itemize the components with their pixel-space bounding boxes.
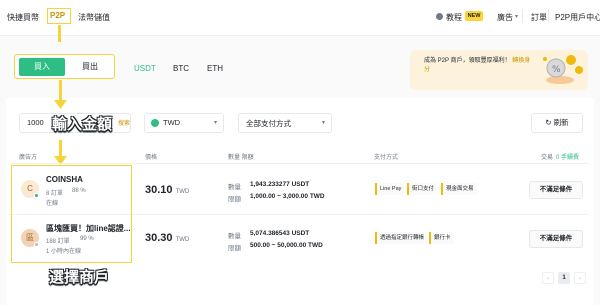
buy-button[interactable]: 買入 bbox=[19, 58, 65, 76]
header-limit: 數量 限額 bbox=[228, 155, 254, 161]
amount-input-value: 1000 bbox=[27, 118, 44, 127]
svg-text:%: % bbox=[552, 65, 561, 75]
header-trade: 交易 bbox=[541, 155, 554, 161]
refresh-button[interactable]: ↻ 刷新 bbox=[531, 113, 583, 133]
payment-tag: 街口支付 bbox=[407, 183, 438, 195]
merchant-highlight-box bbox=[11, 165, 132, 263]
zero-fee-badge: 0 手續費 bbox=[556, 155, 580, 161]
limit-label: 限額 bbox=[228, 196, 241, 203]
nav-user-center[interactable]: P2P用戶中心 bbox=[555, 12, 600, 23]
limit-value: 500.00 ~ 50,000.00 TWD bbox=[250, 242, 323, 249]
header-payment: 支付方式 bbox=[374, 155, 399, 161]
tab-usdt[interactable]: USDT bbox=[134, 64, 156, 73]
price: 30.10 TWD bbox=[145, 184, 190, 196]
arrow-down-icon bbox=[54, 100, 67, 109]
nav-p2p[interactable]: P2P bbox=[50, 11, 65, 20]
payment-value: 全部支付方式 bbox=[246, 119, 291, 128]
currency-value: TWD bbox=[163, 118, 181, 127]
payment-tag: 銀行卡 bbox=[429, 232, 454, 244]
prev-page-button[interactable]: ‹ bbox=[542, 272, 554, 284]
nav-divider bbox=[548, 9, 549, 23]
quantity-label: 數量 bbox=[228, 233, 241, 240]
refresh-icon: ↻ bbox=[545, 118, 552, 127]
tab-btc[interactable]: BTC bbox=[173, 64, 189, 73]
payment-tag: Line Pay bbox=[375, 183, 405, 195]
gift-icon: % bbox=[543, 55, 583, 84]
nav-quick-buy[interactable]: 快捷買幣 bbox=[7, 12, 39, 23]
trade-action-button[interactable]: 不滿足條件 bbox=[529, 181, 583, 199]
new-badge: NEW bbox=[465, 11, 483, 21]
promo-text: 成為 P2P 商戶，領取豐厚福利！ 轉換身分 bbox=[424, 58, 531, 73]
refresh-label: 刷新 bbox=[553, 118, 569, 127]
quantity-label: 數量 bbox=[228, 184, 241, 191]
tab-eth[interactable]: ETH bbox=[207, 64, 223, 73]
page-number-button[interactable]: 1 bbox=[558, 272, 570, 284]
limit-label: 限額 bbox=[228, 245, 241, 252]
nav-orders[interactable]: 訂單 bbox=[531, 12, 547, 23]
amount-search-label[interactable]: 搜索 bbox=[118, 118, 130, 127]
quantity-value: 5,074.386543 USDT bbox=[250, 230, 310, 237]
payment-tag: 現金面交易 bbox=[441, 183, 477, 195]
tutorial-icon bbox=[436, 13, 443, 20]
annotation-enter-amount: 輸入金額 bbox=[52, 116, 113, 133]
nav-tutorial[interactable]: 教程 bbox=[446, 12, 462, 23]
chevron-down-icon: ▾ bbox=[515, 14, 519, 20]
nav-divider bbox=[522, 9, 523, 23]
nav-ads[interactable]: 廣告 bbox=[497, 12, 513, 23]
annotation-select-merchant: 選擇商戶 bbox=[49, 269, 110, 286]
annotation-arrow bbox=[59, 80, 62, 102]
header-advertiser: 廣告方 bbox=[19, 155, 38, 161]
nav-fiat-deposit[interactable]: 法幣儲值 bbox=[78, 12, 110, 23]
header-price: 價格 bbox=[145, 155, 158, 161]
taiwan-flag-icon bbox=[151, 119, 159, 127]
next-page-button[interactable]: › bbox=[574, 272, 586, 284]
chevron-down-icon: ▾ bbox=[322, 120, 326, 126]
payment-tag: 透過指定銀行轉帳 bbox=[375, 232, 428, 244]
trade-action-button[interactable]: 不滿足條件 bbox=[529, 230, 583, 248]
price: 30.30 TWD bbox=[145, 232, 190, 244]
nav-p2p-highlight[interactable]: P2P bbox=[47, 8, 71, 24]
chevron-down-icon: ▾ bbox=[214, 120, 218, 126]
limit-value: 1,000.00 ~ 3,000.00 TWD bbox=[250, 193, 325, 200]
sell-button[interactable]: 買出 bbox=[68, 58, 112, 76]
top-nav: 快捷買幣 P2P 法幣儲值 教程 NEW 廣告 ▾ 訂單 P2P用戶中心 bbox=[0, 0, 600, 36]
quantity-value: 1,943.233277 USDT bbox=[250, 181, 310, 188]
p2p-page: 快捷買幣 P2P 法幣儲值 教程 NEW 廣告 ▾ 訂單 P2P用戶中心 買入 … bbox=[0, 0, 600, 305]
